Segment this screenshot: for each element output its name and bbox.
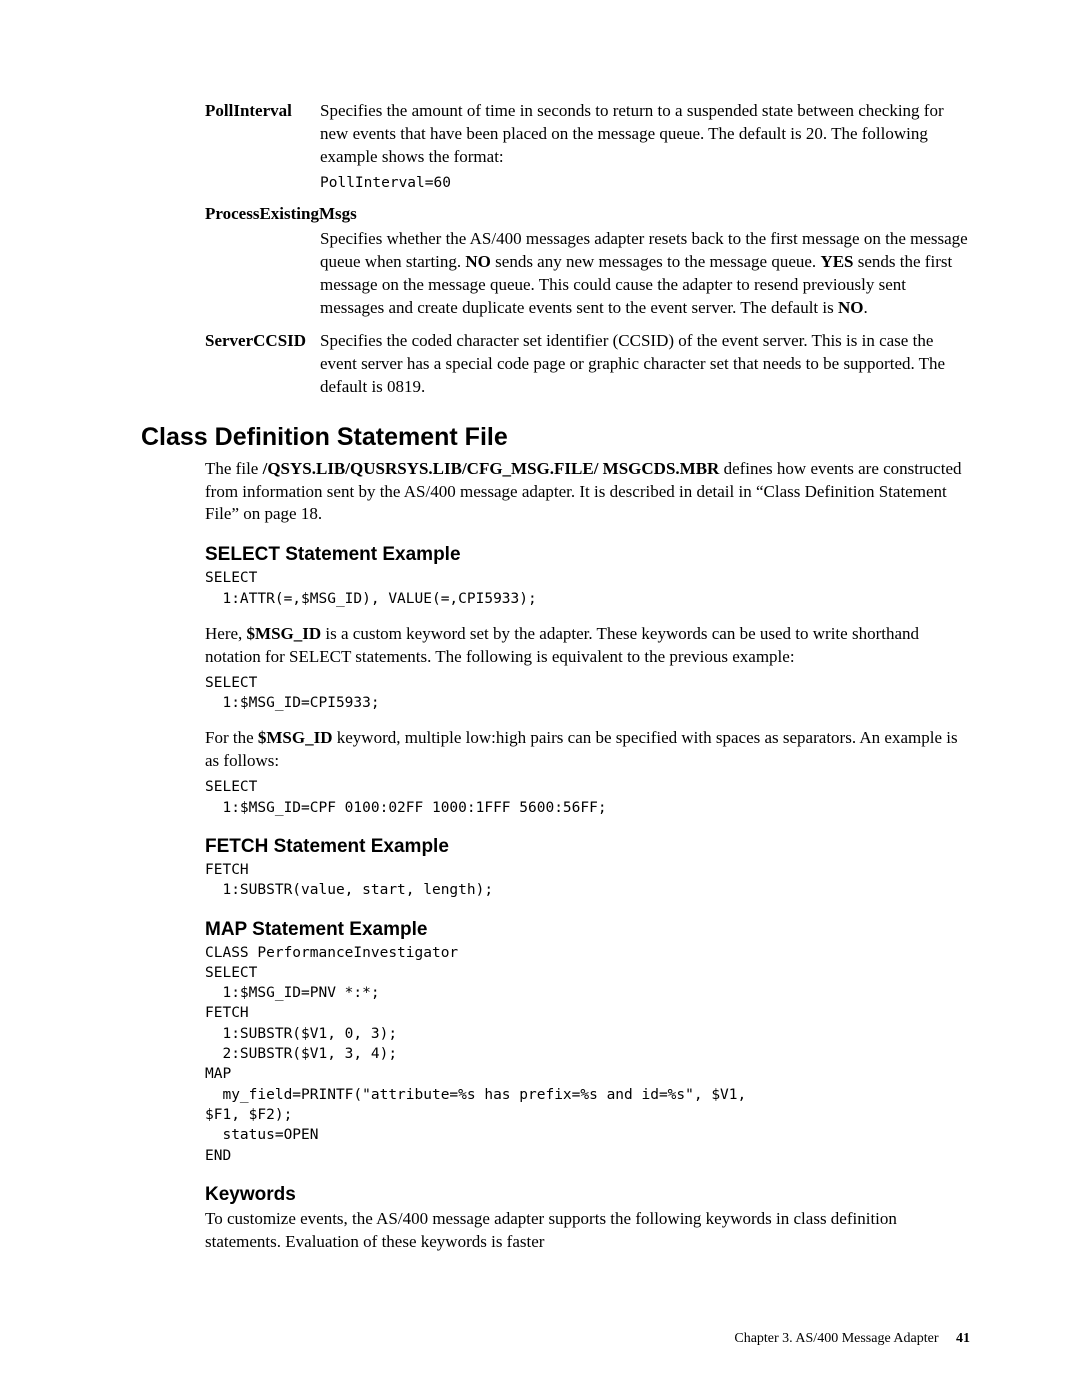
heading-fetch: FETCH Statement Example bbox=[205, 836, 970, 858]
def-processexistingmsgs: ProcessExistingMsgs Specifies whether th… bbox=[205, 203, 970, 320]
code-fetch: FETCH 1:SUBSTR(value, start, length); bbox=[205, 860, 970, 901]
code-select-3: SELECT 1:$MSG_ID=CPF 0100:02FF 1000:1FFF… bbox=[205, 777, 970, 818]
code-select-2: SELECT 1:$MSG_ID=CPI5933; bbox=[205, 673, 970, 714]
intro-pre: The file bbox=[205, 459, 263, 478]
code-select-1: SELECT 1:ATTR(=,$MSG_ID), VALUE(=,CPI593… bbox=[205, 568, 970, 609]
def-serverccsid: ServerCCSID Specifies the coded characte… bbox=[205, 330, 970, 399]
def-pollinterval: PollInterval Specifies the amount of tim… bbox=[205, 100, 970, 193]
pem-mid: sends any new messages to the message qu… bbox=[491, 252, 821, 271]
sel2-pre: For the bbox=[205, 728, 258, 747]
code-map: CLASS PerformanceInvestigator SELECT 1:$… bbox=[205, 943, 970, 1166]
heading-keywords: Keywords bbox=[205, 1184, 970, 1206]
keywords-para: To customize events, the AS/400 message … bbox=[205, 1208, 970, 1254]
term-pollinterval: PollInterval bbox=[205, 100, 320, 193]
pem-no2: NO bbox=[838, 298, 864, 317]
sel2-bold: $MSG_ID bbox=[258, 728, 333, 747]
pem-yes: YES bbox=[820, 252, 853, 271]
page-footer: Chapter 3. AS/400 Message Adapter 41 bbox=[734, 1331, 970, 1347]
term-serverccsid: ServerCCSID bbox=[205, 330, 320, 399]
heading-map: MAP Statement Example bbox=[205, 919, 970, 941]
select-para1: Here, $MSG_ID is a custom keyword set by… bbox=[205, 623, 970, 669]
desc-serverccsid: Specifies the coded character set identi… bbox=[320, 330, 970, 399]
select-para2: For the $MSG_ID keyword, multiple low:hi… bbox=[205, 727, 970, 773]
heading-class-def: Class Definition Statement File bbox=[141, 423, 970, 452]
pem-end: . bbox=[864, 298, 868, 317]
code-pollinterval: PollInterval=60 bbox=[320, 173, 970, 193]
term-processexistingmsgs: ProcessExistingMsgs bbox=[205, 203, 970, 226]
desc-pollinterval: Specifies the amount of time in seconds … bbox=[320, 100, 970, 193]
desc-processexistingmsgs: Specifies whether the AS/400 messages ad… bbox=[320, 228, 970, 320]
sel1-bold: $MSG_ID bbox=[247, 624, 322, 643]
intro-para: The file /QSYS.LIB/QUSRSYS.LIB/CFG_MSG.F… bbox=[205, 458, 970, 527]
pem-no: NO bbox=[465, 252, 491, 271]
heading-select: SELECT Statement Example bbox=[205, 544, 970, 566]
intro-bold: /QSYS.LIB/QUSRSYS.LIB/CFG_MSG.FILE/ MSGC… bbox=[263, 459, 720, 478]
footer-chapter: Chapter 3. AS/400 Message Adapter bbox=[734, 1331, 938, 1346]
sel1-pre: Here, bbox=[205, 624, 247, 643]
footer-page-number: 41 bbox=[956, 1331, 970, 1346]
page: PollInterval Specifies the amount of tim… bbox=[0, 0, 1080, 1397]
desc-pollinterval-text: Specifies the amount of time in seconds … bbox=[320, 101, 944, 166]
